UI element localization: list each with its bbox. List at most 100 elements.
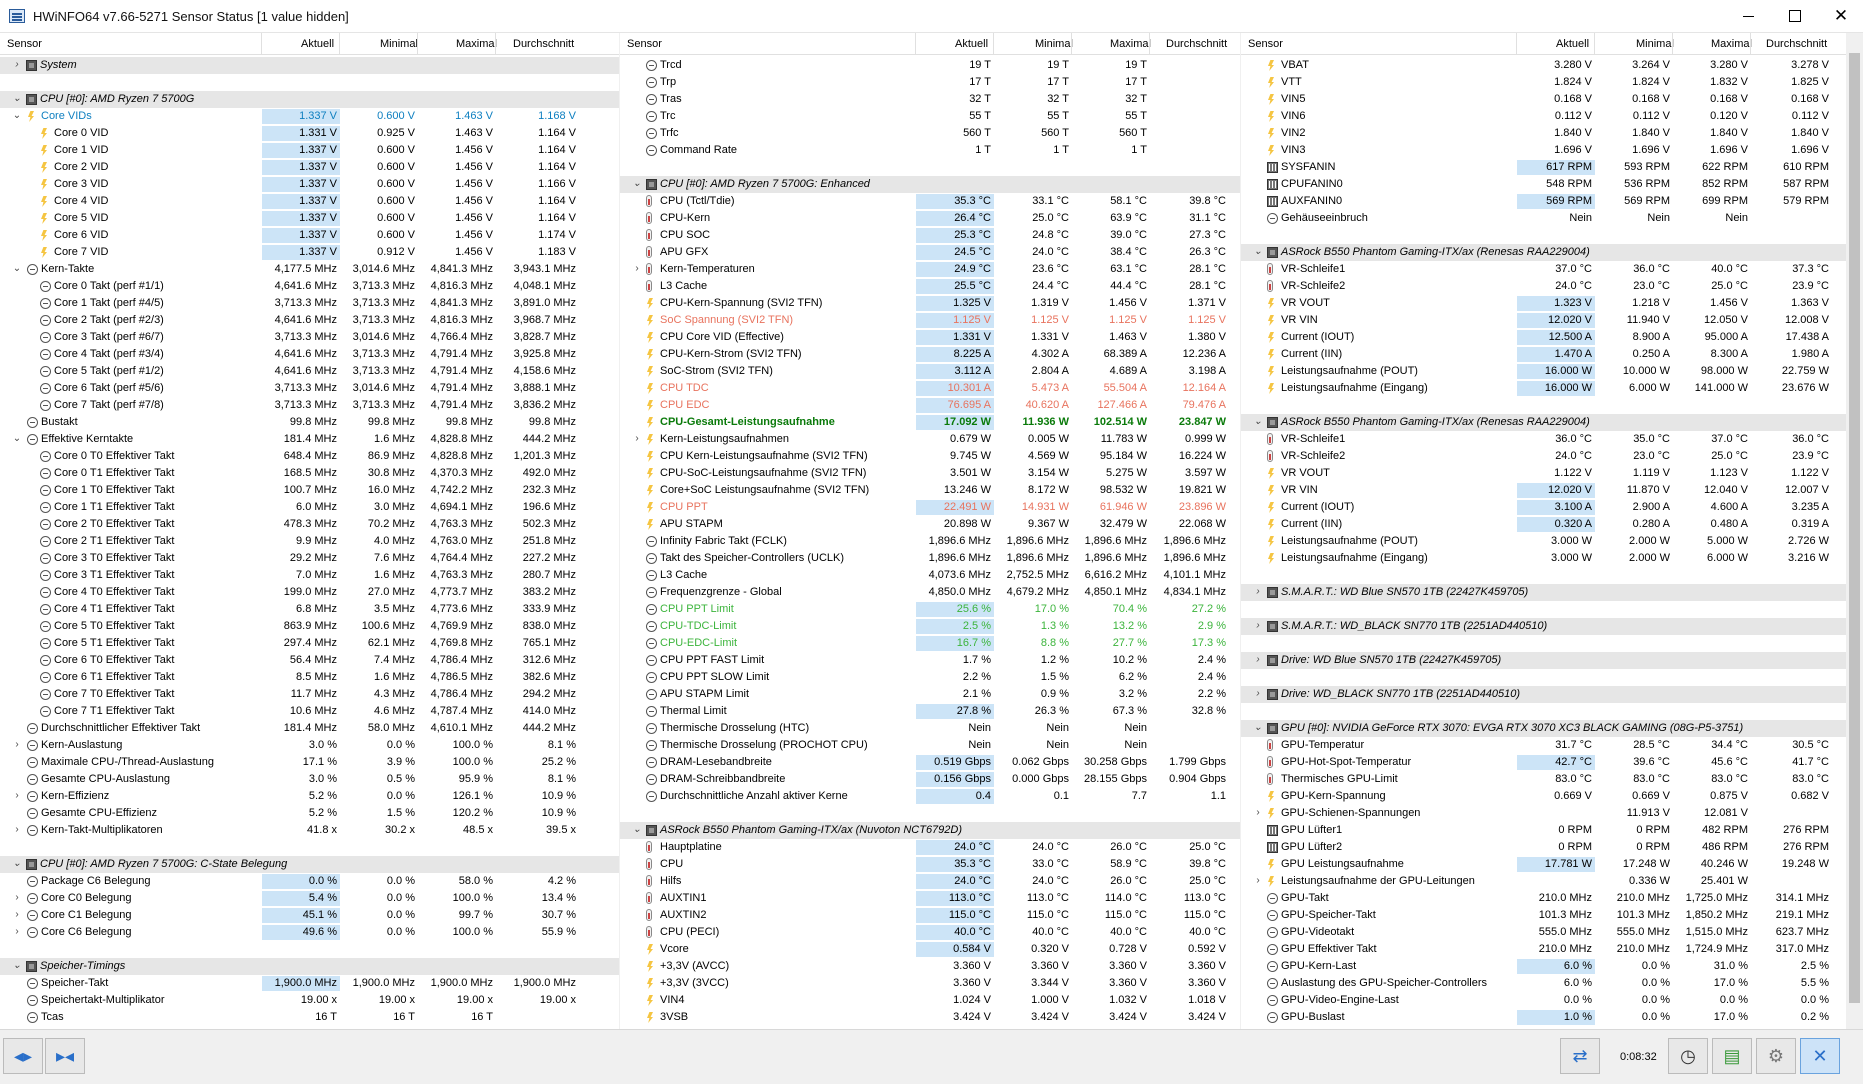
- sensor-row[interactable]: Core 7 Takt (perf #7/8) 3,713.3 MHz 3,713.…: [0, 397, 619, 414]
- sensor-row[interactable]: CPU-EDC-Limit 16.7 % 8.8 % 27.7 % 17.3 %: [620, 635, 1240, 652]
- vertical-scrollbar[interactable]: [1846, 33, 1863, 1029]
- sensor-row[interactable]: Infinity Fabric Takt (FCLK) 1,896.6 MHz 1,…: [620, 533, 1240, 550]
- col-durchschnitt[interactable]: Durchschnitt: [1166, 38, 1227, 50]
- col-maximal[interactable]: Maximal: [1110, 38, 1151, 50]
- sensor-row[interactable]: Core 3 VID 1.337 V 0.600 V 1.456 V 1.166 V: [0, 176, 619, 193]
- sensor-row[interactable]: Vcore 0.584 V 0.320 V 0.728 V 0.592 V: [620, 941, 1240, 958]
- sensor-row[interactable]: CPU-Kern-Spannung (SVI2 TFN) 1.325 V 1.319…: [620, 295, 1240, 312]
- sensor-row[interactable]: +3,3V (3VCC) 3.360 V 3.344 V 3.360 V 3.360 V: [620, 975, 1240, 992]
- sensor-row[interactable]: VIN3 1.696 V 1.696 V 1.696 V 1.696 V: [1241, 142, 1846, 159]
- sensor-row[interactable]: CPU-Kern 26.4 °C 25.0 °C 63.9 °C 31.1 °C: [620, 210, 1240, 227]
- sensor-row[interactable]: Core 3 T1 Effektiver Takt 7.0 MHz 1.6 MHz 4…: [0, 567, 619, 584]
- sensor-row[interactable]: Core 2 T1 Effektiver Takt 9.9 MHz 4.0 MHz 4…: [0, 533, 619, 550]
- network-icon[interactable]: ⇄: [1560, 1038, 1600, 1074]
- sensor-row[interactable]: SoC Spannung (SVI2 TFN) 1.125 V 1.125 V 1.1…: [620, 312, 1240, 329]
- sensor-row[interactable]: Trc 55 T 55 T 55 T: [620, 108, 1240, 125]
- sensor-row[interactable]: VR VIN 12.020 V 11.870 V 12.040 V 12.007 V: [1241, 482, 1846, 499]
- collapse-icon[interactable]: ⌄: [12, 110, 22, 121]
- collapse-icon[interactable]: ⌄: [632, 824, 642, 835]
- sensor-row[interactable]: GPU-Buslast 1.0 % 0.0 % 17.0 % 0.2 %: [1241, 1009, 1846, 1026]
- collapse-icon[interactable]: ⌄: [632, 178, 642, 189]
- sensor-row[interactable]: APU STAPM 20.898 W 9.367 W 32.479 W 22.068 W: [620, 516, 1240, 533]
- sensor-row[interactable]: Durchschnittliche Anzahl aktiver Kerne 0.…: [620, 788, 1240, 805]
- sensor-row[interactable]: Current (IOUT) 12.500 A 8.900 A 95.000 A 17.…: [1241, 329, 1846, 346]
- sensor-row[interactable]: Core 4 T0 Effektiver Takt 199.0 MHz 27.0 M…: [0, 584, 619, 601]
- col-aktuell[interactable]: Aktuell: [1556, 38, 1589, 50]
- sensor-row[interactable]: › Core C0 Belegung 5.4 % 0.0 % 100.0 % 13.4 %: [0, 890, 619, 907]
- sensor-row[interactable]: Core 7 T0 Effektiver Takt 11.7 MHz 4.3 MHz…: [0, 686, 619, 703]
- sensor-row[interactable]: › Leistungsaufnahme der GPU-Leitungen 0.33…: [1241, 873, 1846, 890]
- sensor-row[interactable]: › Core C1 Belegung 45.1 % 0.0 % 99.7 % 30.7 %: [0, 907, 619, 924]
- sensor-row[interactable]: Thermal Limit 27.8 % 26.3 % 67.3 % 32.8 %: [620, 703, 1240, 720]
- sensor-row[interactable]: Tras 32 T 32 T 32 T: [620, 91, 1240, 108]
- col-maximal[interactable]: Maximal: [1711, 38, 1752, 50]
- sensor-row[interactable]: CPU PPT FAST Limit 1.7 % 1.2 % 10.2 % 2.4 %: [620, 652, 1240, 669]
- sensor-row[interactable]: Thermische Drosselung (PROCHOT CPU) Nein N…: [620, 737, 1240, 754]
- sensor-row[interactable]: Core 1 T1 Effektiver Takt 6.0 MHz 3.0 MHz 4…: [0, 499, 619, 516]
- sensor-row[interactable]: VR VIN 12.020 V 11.940 V 12.050 V 12.008 V: [1241, 312, 1846, 329]
- col-aktuell[interactable]: Aktuell: [955, 38, 988, 50]
- sensor-row[interactable]: VR-Schleife1 36.0 °C 35.0 °C 37.0 °C 36.0 °C: [1241, 431, 1846, 448]
- sensor-row[interactable]: › Kern-Temperaturen 24.9 °C 23.6 °C 63.1 °C 2…: [620, 261, 1240, 278]
- close-icon[interactable]: ✕: [1800, 1038, 1840, 1074]
- sensor-row[interactable]: ⌄ Core VIDs 1.337 V 0.600 V 1.463 V 1.168 V: [0, 108, 619, 125]
- sensor-row[interactable]: › Core C6 Belegung 49.6 % 0.0 % 100.0 % 55.9 …: [0, 924, 619, 941]
- sensor-row[interactable]: Core 5 T1 Effektiver Takt 297.4 MHz 62.1 M…: [0, 635, 619, 652]
- sensor-row[interactable]: Durchschnittlicher Effektiver Takt 181.4 …: [0, 720, 619, 737]
- sensor-row[interactable]: Core 7 T1 Effektiver Takt 10.6 MHz 4.6 MHz…: [0, 703, 619, 720]
- sensor-group[interactable]: ⌄ ASRock B550 Phantom Gaming-ITX/ax (Rene…: [1241, 414, 1846, 431]
- sensor-row[interactable]: Core 0 T1 Effektiver Takt 168.5 MHz 30.8 M…: [0, 465, 619, 482]
- sensor-row[interactable]: › GPU-Schienen-Spannungen 11.913 V 12.081 V: [1241, 805, 1846, 822]
- sensor-row[interactable]: CPU PPT Limit 25.6 % 17.0 % 70.4 % 27.2 %: [620, 601, 1240, 618]
- expand-right-button[interactable]: ▸◂: [45, 1038, 85, 1074]
- sensor-row[interactable]: Takt des Speicher-Controllers (UCLK) 1,89…: [620, 550, 1240, 567]
- sensor-row[interactable]: CPU SOC 25.3 °C 24.8 °C 39.0 °C 27.3 °C: [620, 227, 1240, 244]
- sensor-row[interactable]: Leistungsaufnahme (Eingang) 16.000 W 6.000…: [1241, 380, 1846, 397]
- sensor-row[interactable]: Thermische Drosselung (HTC) Nein Nein Nein: [620, 720, 1240, 737]
- sensor-row[interactable]: › Kern-Auslastung 3.0 % 0.0 % 100.0 % 8.1 %: [0, 737, 619, 754]
- sensor-row[interactable]: AUXTIN2 115.0 °C 115.0 °C 115.0 °C 115.0 °C: [620, 907, 1240, 924]
- sensor-row[interactable]: Hauptplatine 24.0 °C 24.0 °C 26.0 °C 25.0 °C: [620, 839, 1240, 856]
- clock-icon[interactable]: ◷: [1668, 1038, 1708, 1074]
- sensor-row[interactable]: GPU-Video-Engine-Last 0.0 % 0.0 % 0.0 % 0.0 …: [1241, 992, 1846, 1009]
- minimize-button[interactable]: [1726, 0, 1772, 32]
- sensor-group[interactable]: ⌄ ASRock B550 Phantom Gaming-ITX/ax (Rene…: [1241, 244, 1846, 261]
- sensor-group[interactable]: ⌄ CPU [#0]: AMD Ryzen 7 5700G: [0, 91, 619, 108]
- sensor-row[interactable]: Core 2 VID 1.337 V 0.600 V 1.456 V 1.164 V: [0, 159, 619, 176]
- expand-icon[interactable]: ›: [12, 59, 22, 70]
- sensor-row[interactable]: CPU-TDC-Limit 2.5 % 1.3 % 13.2 % 2.9 %: [620, 618, 1240, 635]
- expand-left-button[interactable]: ◂▸: [3, 1038, 43, 1074]
- sensor-row[interactable]: CPU (PECI) 40.0 °C 40.0 °C 40.0 °C 40.0 °C: [620, 924, 1240, 941]
- collapse-icon[interactable]: ⌄: [12, 433, 22, 444]
- expand-icon[interactable]: ›: [12, 909, 22, 920]
- sensor-group[interactable]: › System: [0, 57, 619, 74]
- sensor-row[interactable]: L3 Cache 4,073.6 MHz 2,752.5 MHz 6,616.2 MH…: [620, 567, 1240, 584]
- sensor-row[interactable]: GPU-Videotakt 555.0 MHz 555.0 MHz 1,515.0 M…: [1241, 924, 1846, 941]
- sensor-row[interactable]: CPU EDC 76.695 A 40.620 A 127.466 A 79.476 A: [620, 397, 1240, 414]
- sensor-row[interactable]: VBAT 3.280 V 3.264 V 3.280 V 3.278 V: [1241, 57, 1846, 74]
- sensor-row[interactable]: Trp 17 T 17 T 17 T: [620, 74, 1240, 91]
- sensor-group[interactable]: ⌄ CPU [#0]: AMD Ryzen 7 5700G: C-State Be…: [0, 856, 619, 873]
- sensor-row[interactable]: Command Rate 1 T 1 T 1 T: [620, 142, 1240, 159]
- sensor-row[interactable]: GPU Leistungsaufnahme 17.781 W 17.248 W 40.…: [1241, 856, 1846, 873]
- sensor-row[interactable]: Core 4 T1 Effektiver Takt 6.8 MHz 3.5 MHz 4…: [0, 601, 619, 618]
- sensor-row[interactable]: GPU-Takt 210.0 MHz 210.0 MHz 1,725.0 MHz 314…: [1241, 890, 1846, 907]
- sensor-row[interactable]: GPU-Temperatur 31.7 °C 28.5 °C 34.4 °C 30.5 …: [1241, 737, 1846, 754]
- sensor-row[interactable]: CPU-SoC-Leistungsaufnahme (SVI2 TFN) 3.50…: [620, 465, 1240, 482]
- report-icon[interactable]: ▤: [1712, 1038, 1752, 1074]
- sensor-row[interactable]: GPU Lüfter2 0 RPM 0 RPM 486 RPM 276 RPM: [1241, 839, 1846, 856]
- col-minimal[interactable]: Minimal: [380, 38, 418, 50]
- close-window-button[interactable]: ✕: [1818, 0, 1863, 32]
- collapse-icon[interactable]: ⌄: [1253, 722, 1263, 733]
- col-minimal[interactable]: Minimal: [1636, 38, 1674, 50]
- sensor-row[interactable]: GPU Lüfter1 0 RPM 0 RPM 482 RPM 276 RPM: [1241, 822, 1846, 839]
- sensor-row[interactable]: Core 6 VID 1.337 V 0.600 V 1.456 V 1.174 V: [0, 227, 619, 244]
- sensor-row[interactable]: Current (IOUT) 3.100 A 2.900 A 4.600 A 3.235…: [1241, 499, 1846, 516]
- sensor-row[interactable]: Leistungsaufnahme (POUT) 3.000 W 2.000 W 5.…: [1241, 533, 1846, 550]
- collapse-icon[interactable]: ⌄: [12, 960, 22, 971]
- sensor-row[interactable]: CPU-Kern-Strom (SVI2 TFN) 8.225 A 4.302 A 6…: [620, 346, 1240, 363]
- sensor-row[interactable]: APU STAPM Limit 2.1 % 0.9 % 3.2 % 2.2 %: [620, 686, 1240, 703]
- expand-icon[interactable]: ›: [12, 926, 22, 937]
- sensor-row[interactable]: Gesamte CPU-Effizienz 5.2 % 1.5 % 120.2 % 10…: [0, 805, 619, 822]
- sensor-row[interactable]: GPU-Kern-Last 6.0 % 0.0 % 31.0 % 2.5 %: [1241, 958, 1846, 975]
